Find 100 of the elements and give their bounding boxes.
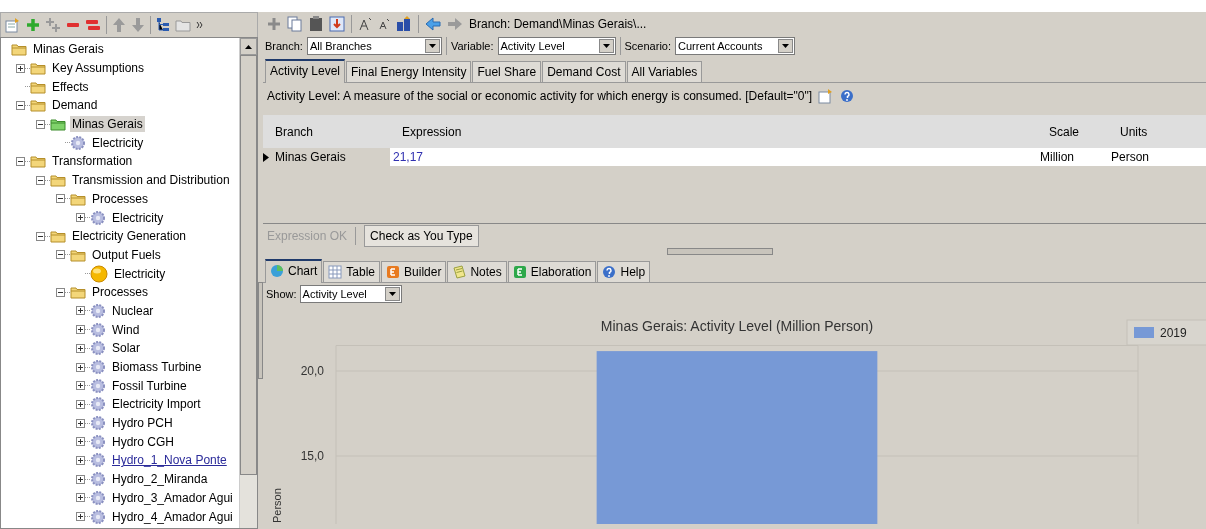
expand-toggle[interactable] <box>56 194 65 204</box>
dropdown-button[interactable] <box>384 287 400 301</box>
tab[interactable]: Final Energy Intensity <box>346 61 472 82</box>
tree-item[interactable]: Electricity <box>90 134 146 151</box>
tree-item[interactable]: Hydro PCH <box>110 415 175 432</box>
tree-item[interactable]: Key Assumptions <box>50 60 147 77</box>
tab[interactable]: Builder <box>381 261 447 282</box>
tree-item[interactable]: Processes <box>90 284 151 301</box>
double-minus-icon[interactable] <box>85 17 101 33</box>
font-decrease-icon[interactable] <box>378 17 390 30</box>
gear-icon <box>90 359 106 376</box>
expand-toggle[interactable] <box>76 493 85 503</box>
font-increase-icon[interactable] <box>358 16 372 31</box>
grid-icon <box>328 265 343 279</box>
tree-item[interactable]: Hydro_1_Nova Ponte <box>110 452 229 469</box>
scrollbar-thumb[interactable] <box>240 55 257 475</box>
dropdown-button[interactable] <box>598 39 614 53</box>
gear-icon <box>90 452 106 469</box>
tree-item[interactable]: Output Fuels <box>90 246 163 263</box>
tree-item[interactable]: Hydro_3_Amador Agui <box>110 489 235 506</box>
expand-toggle[interactable] <box>16 156 25 166</box>
expand-toggle[interactable] <box>76 306 85 316</box>
expand-toggle[interactable] <box>76 512 85 522</box>
filter-dropdown[interactable]: All Branches <box>306 37 442 55</box>
expand-toggle[interactable] <box>76 418 85 428</box>
tree-item[interactable]: Biomass Turbine <box>110 359 204 376</box>
show-dropdown[interactable]: Activity Level <box>299 285 402 303</box>
scroll-up-button[interactable] <box>240 38 257 55</box>
tree-item[interactable]: Hydro_2_Miranda <box>110 471 210 488</box>
tab[interactable]: Chart <box>265 259 323 283</box>
gear-icon <box>90 471 106 488</box>
folder-icon <box>30 79 46 94</box>
tab[interactable]: Notes <box>447 261 507 282</box>
tree-item[interactable]: Effects <box>50 78 91 95</box>
copy-icon[interactable] <box>287 15 303 32</box>
tree-item[interactable]: Minas Gerais <box>31 41 106 58</box>
expand-toggle[interactable] <box>36 119 45 129</box>
import-icon[interactable] <box>329 15 345 32</box>
tree-item[interactable]: Wind <box>110 321 142 338</box>
tree-item[interactable]: Electricity <box>112 265 168 282</box>
splitter-handle[interactable] <box>666 248 773 255</box>
tree-item[interactable]: Processes <box>90 190 151 207</box>
expand-toggle[interactable] <box>76 437 85 447</box>
expand-toggle[interactable] <box>76 343 85 353</box>
column-header: Units <box>1119 124 1149 139</box>
expand-toggle[interactable] <box>76 455 85 465</box>
tab[interactable]: Table <box>323 261 381 282</box>
expand-toggle[interactable] <box>76 325 85 335</box>
folder-icon <box>30 154 46 169</box>
tab[interactable]: Demand Cost <box>542 61 626 82</box>
expression-field[interactable]: 21,17 <box>390 148 1037 166</box>
tree-item[interactable]: Electricity <box>110 209 166 226</box>
tree-item[interactable]: Fossil Turbine <box>110 377 189 394</box>
expand-toggle[interactable] <box>56 287 65 297</box>
expand-toggle[interactable] <box>76 362 85 372</box>
tree-item[interactable]: Minas Gerais <box>70 116 145 133</box>
tree-item[interactable]: Demand <box>50 97 100 114</box>
tree-item[interactable]: Transformation <box>50 153 135 170</box>
tree-icon[interactable] <box>156 17 170 33</box>
filter-dropdown[interactable]: Current Accounts <box>675 37 795 55</box>
tab[interactable]: Elaboration <box>507 261 597 282</box>
tree-item[interactable]: Nuclear <box>110 302 156 319</box>
more-icon[interactable] <box>196 21 204 29</box>
filter-label: Branch: <box>265 40 303 52</box>
help-icon[interactable] <box>840 89 855 103</box>
expand-toggle[interactable] <box>16 100 25 110</box>
expand-toggle[interactable] <box>76 399 85 409</box>
clipboard-icon[interactable] <box>309 15 323 32</box>
gear-icon <box>90 321 106 338</box>
folder-icon <box>70 285 86 300</box>
tree-item[interactable]: Solar <box>110 340 142 357</box>
sort-icon[interactable] <box>396 15 412 32</box>
check-as-you-type-button[interactable]: Check as You Type <box>364 225 479 247</box>
expand-toggle[interactable] <box>36 231 45 241</box>
folder-icon <box>30 98 46 113</box>
expand-toggle[interactable] <box>76 474 85 484</box>
folder-icon <box>11 42 27 57</box>
tab[interactable]: Activity Level <box>265 59 346 83</box>
expand-toggle[interactable] <box>16 63 25 73</box>
tree-item[interactable]: Electricity Generation <box>70 228 189 245</box>
back-arrow-icon[interactable] <box>425 16 441 31</box>
tree-item[interactable]: Hydro CGH <box>110 433 176 450</box>
legend-label: 2019 <box>1160 326 1187 340</box>
gear-icon <box>90 302 106 319</box>
tree-item[interactable]: Transmission and Distribution <box>70 172 232 189</box>
expand-toggle[interactable] <box>56 250 65 260</box>
tab[interactable]: Help <box>597 261 651 282</box>
tree-item[interactable]: Electricity Import <box>110 396 203 413</box>
filter-dropdown[interactable]: Activity Level <box>497 37 616 55</box>
expand-toggle[interactable] <box>36 175 45 185</box>
variable-description: Activity Level: A measure of the social or economic activity for which energy is consumed. [Default="0"] <box>267 89 813 103</box>
tree-item[interactable]: Hydro_4_Amador Agui <box>110 508 235 525</box>
expand-toggle[interactable] <box>76 213 85 223</box>
dropdown-button[interactable] <box>424 39 440 53</box>
pie-icon <box>270 264 284 278</box>
tab[interactable]: Fuel Share <box>472 61 542 82</box>
tab[interactable]: All Variables <box>626 61 703 82</box>
dropdown-button[interactable] <box>778 39 793 53</box>
splitter-handle[interactable] <box>258 282 263 379</box>
expand-toggle[interactable] <box>76 381 85 391</box>
